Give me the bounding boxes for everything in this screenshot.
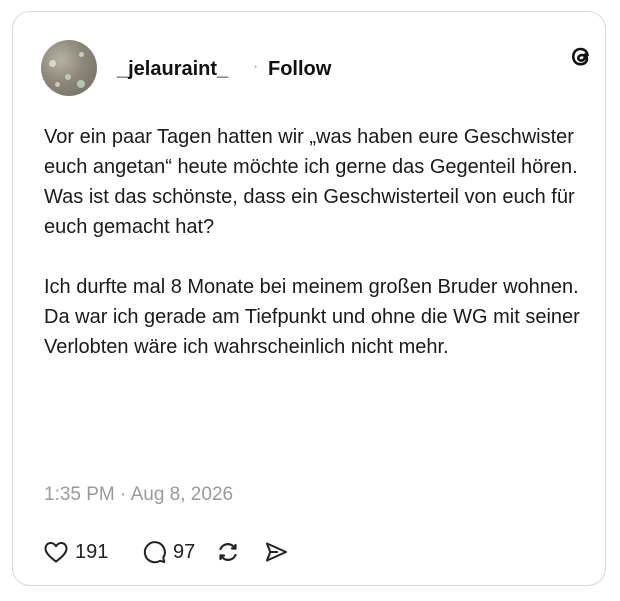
reply-button[interactable]: 97 xyxy=(141,537,195,567)
like-button[interactable]: 191 xyxy=(43,537,108,567)
threads-icon[interactable] xyxy=(567,42,595,70)
repost-button[interactable] xyxy=(215,537,241,567)
like-count: 191 xyxy=(75,540,109,563)
avatar[interactable] xyxy=(41,40,97,96)
post-card: _jelauraint_ · Follow Vor ein paar Tagen… xyxy=(12,11,606,586)
comment-icon xyxy=(143,541,166,564)
reply-count: 97 xyxy=(173,540,196,563)
heart-icon xyxy=(44,542,68,563)
post-text: Vor ein paar Tagen hatten wir „was haben… xyxy=(44,126,580,358)
repost-icon xyxy=(219,543,237,561)
header-separator: · xyxy=(253,58,259,75)
username[interactable]: _jelauraint_ xyxy=(117,58,228,81)
follow-button[interactable]: Follow xyxy=(268,58,331,81)
timestamp[interactable]: 1:35 PM · Aug 8, 2026 xyxy=(44,484,233,506)
share-button[interactable] xyxy=(263,537,289,567)
share-icon xyxy=(266,542,287,562)
